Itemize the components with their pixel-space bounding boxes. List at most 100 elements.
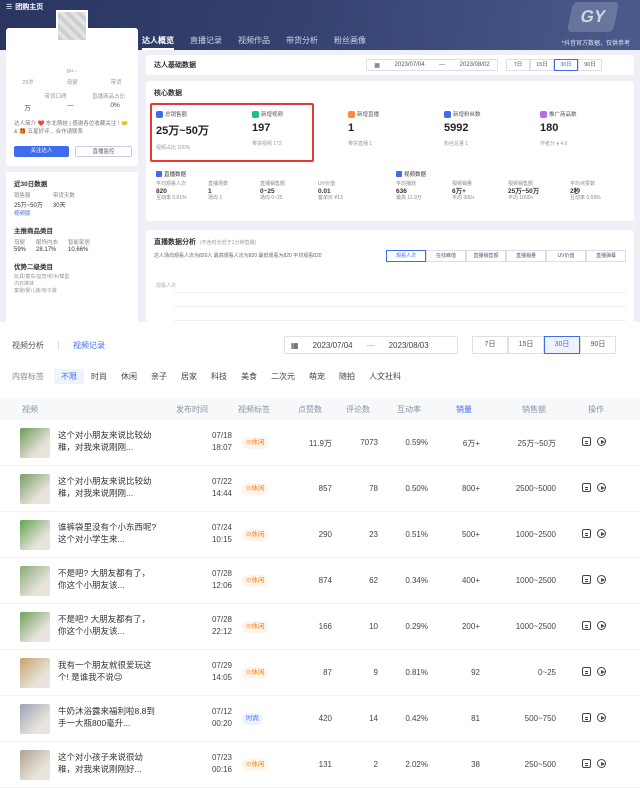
cat-leisure[interactable]: 休闲 — [114, 369, 144, 384]
video-thumbnail[interactable] — [20, 612, 50, 642]
play-icon[interactable] — [597, 529, 606, 538]
play-icon[interactable] — [597, 483, 606, 492]
range-30d[interactable]: 30日 — [554, 59, 578, 71]
col-comments[interactable]: 评论数 — [346, 404, 370, 415]
detail-icon[interactable] — [582, 575, 591, 584]
detail-icon[interactable] — [582, 437, 591, 446]
range-30d[interactable]: 30日 — [544, 336, 580, 354]
video-title[interactable]: 这个对小朋友来说比较幼稚，对我来说刚刚... — [58, 475, 158, 499]
video-thumbnail[interactable] — [20, 520, 50, 550]
play-icon[interactable] — [597, 759, 606, 768]
video-title[interactable]: 谁裤袋里没有个小东西呢? 这个对小学生来... — [58, 521, 158, 545]
category-list: 母婴 59% 服饰内衣 28.17% 智能家居 10.66% — [14, 238, 130, 253]
tab-live-sales[interactable]: 直播销量 — [506, 250, 546, 262]
date-to: 2023/08/02 — [459, 62, 490, 68]
monitor-button[interactable]: 直播监控 — [75, 146, 132, 157]
video-date-range[interactable]: ▦ 2023/07/04 — 2023/08/03 — [284, 336, 458, 354]
video-title[interactable]: 这个对小朋友来说比较幼稚，对我来说刚刚... — [58, 429, 158, 453]
play-icon[interactable] — [597, 667, 606, 676]
detail-icon[interactable] — [582, 713, 591, 722]
col-sales[interactable]: 销量 — [456, 404, 472, 415]
cat-acg[interactable]: 二次元 — [264, 369, 302, 384]
comments-count: 23 — [369, 530, 378, 539]
tab-uv[interactable]: UV价值 — [546, 250, 586, 262]
table-row[interactable]: 不是吧? 大朋友都有了，你这个小朋友该... 07/28 12:06 ⊙休闲 874 62… — [0, 558, 640, 604]
detail-icon[interactable] — [582, 759, 591, 768]
tab-danmaku[interactable]: 直播弹幕 — [586, 250, 626, 262]
video-title[interactable]: 我有一个朋友就很爱玩这个! 是谁我不说😉 — [58, 659, 158, 683]
detail-icon[interactable] — [582, 483, 591, 492]
meta-label: 带货口碑 — [44, 94, 67, 100]
range-90d[interactable]: 90日 — [578, 59, 602, 71]
table-row[interactable]: 这个对小孩子来说很幼稚，对我来说刚刚好... 07/23 00:16 ⊙休闲 131 2 2… — [0, 742, 640, 788]
grid-line — [174, 320, 626, 321]
play-icon[interactable] — [597, 575, 606, 584]
tab-video-records[interactable]: 视频记录 — [73, 340, 105, 351]
video-thumbnail[interactable] — [20, 566, 50, 596]
video-title[interactable]: 不是吧? 大朋友都有了，你这个小朋友该... — [58, 613, 158, 637]
table-row[interactable]: 这个对小朋友来说比较幼稚，对我来说刚刚... 07/22 14:44 ⊙休闲 857 78… — [0, 466, 640, 512]
detail-icon[interactable] — [582, 621, 591, 630]
likes-count: 11.9万 — [309, 439, 332, 448]
sales-amount: 1000~2500 — [515, 530, 556, 539]
stat-sales: 销售额 25万~50万 — [14, 193, 43, 209]
core-data-panel: 核心数据 总销售额 25万~50万 视频占比 100% 新增视频 197 带货视… — [146, 81, 634, 221]
tab-peak[interactable]: 在线峰值 — [426, 250, 466, 262]
core-data-title: 核心数据 — [154, 90, 182, 97]
range-7d[interactable]: 7日 — [506, 59, 530, 71]
cat-pets[interactable]: 萌宠 — [302, 369, 332, 384]
table-row[interactable]: 牛奶沐浴露来福利啦8.8到手一大瓶800毫升... 07/12 00:20 时尚 420… — [0, 696, 640, 742]
detail-icon[interactable] — [582, 667, 591, 676]
sales-amount: 1000~2500 — [515, 622, 556, 631]
cat-home[interactable]: 居家 — [174, 369, 204, 384]
range-15d[interactable]: 15日 — [530, 59, 554, 71]
recent-stats: 销售额 25万~50万 带货天数 30天 — [14, 191, 130, 209]
tab-live-sales-amount[interactable]: 直播销售额 — [466, 250, 506, 262]
video-tag: ⊙休闲 — [242, 529, 269, 541]
video-thumbnail[interactable] — [20, 474, 50, 504]
video-thumbnail[interactable] — [20, 750, 50, 780]
tab-views[interactable]: 观看人次 — [386, 250, 426, 262]
range-90d[interactable]: 90日 — [580, 336, 616, 354]
video-thumbnail[interactable] — [20, 428, 50, 458]
video-title[interactable]: 不是吧? 大朋友都有了，你这个小朋友该... — [58, 567, 158, 591]
basic-date-range[interactable]: ▦ 2023/07/04 — 2023/08/02 — [366, 59, 498, 71]
tab-video-analysis[interactable]: 视频分析 — [12, 340, 44, 351]
profile-tag: 带货 — [110, 80, 122, 86]
video-title[interactable]: 牛奶沐浴露来福利啦8.8到手一大瓶800毫升... — [58, 705, 158, 729]
video-version-link[interactable]: 视频版 — [14, 209, 130, 217]
table-row[interactable]: 这个对小朋友来说比较幼稚，对我来说刚刚... 07/18 18:07 ⊙休闲 11.9万… — [0, 420, 640, 466]
video-title[interactable]: 这个对小孩子来说很幼稚，对我来说刚刚好... — [58, 751, 158, 775]
cat-parenting[interactable]: 亲子 — [144, 369, 174, 384]
video-thumbnail[interactable] — [20, 704, 50, 734]
tab-sales-analysis[interactable]: 带货分析 — [286, 35, 318, 50]
col-gmv[interactable]: 销售额 — [522, 404, 546, 415]
col-publish-time[interactable]: 发布时间 — [176, 404, 208, 415]
range-15d[interactable]: 15日 — [508, 336, 544, 354]
table-row[interactable]: 我有一个朋友就很爱玩这个! 是谁我不说😉 07/29 14:05 ⊙休闲 87 9 0.81… — [0, 650, 640, 696]
video-thumbnail[interactable] — [20, 658, 50, 688]
col-likes[interactable]: 点赞数 — [298, 404, 322, 415]
tab-fan-profile[interactable]: 粉丝画像 — [334, 35, 366, 50]
cat-casual-shot[interactable]: 随拍 — [332, 369, 362, 384]
play-icon[interactable] — [597, 437, 606, 446]
cat-fashion[interactable]: 时尚 — [84, 369, 114, 384]
range-7d[interactable]: 7日 — [472, 336, 508, 354]
kpi-total-sales: 总销售额 25万~50万 视频占比 100% — [156, 110, 209, 151]
detail-icon[interactable] — [582, 529, 591, 538]
brand[interactable]: ☰ 团购主页 — [6, 2, 43, 12]
col-interaction-rate[interactable]: 互动率 — [397, 404, 421, 415]
cat-all[interactable]: 不限 — [54, 369, 84, 384]
tab-live-records[interactable]: 直播记录 — [190, 35, 222, 50]
table-row[interactable]: 谁裤袋里没有个小东西呢? 这个对小学生来... 07/24 10:15 ⊙休闲 290 2… — [0, 512, 640, 558]
tab-overview[interactable]: 达人概览 — [142, 35, 174, 50]
cat-humanities[interactable]: 人文社科 — [362, 369, 408, 384]
table-row[interactable]: 不是吧? 大朋友都有了，你这个小朋友该... 07/28 22:12 ⊙休闲 166 10… — [0, 604, 640, 650]
live-mini-stats: 平均观看人次 820 互动率 0.61% 直播场数 1 场均 1 直播销售额 0~25 场均… — [156, 181, 376, 202]
cat-food[interactable]: 美食 — [234, 369, 264, 384]
cat-tech[interactable]: 科技 — [204, 369, 234, 384]
play-icon[interactable] — [597, 621, 606, 630]
tab-video-works[interactable]: 视频作品 — [238, 35, 270, 50]
play-icon[interactable] — [597, 713, 606, 722]
follow-button[interactable]: 关注达人 — [14, 146, 69, 157]
